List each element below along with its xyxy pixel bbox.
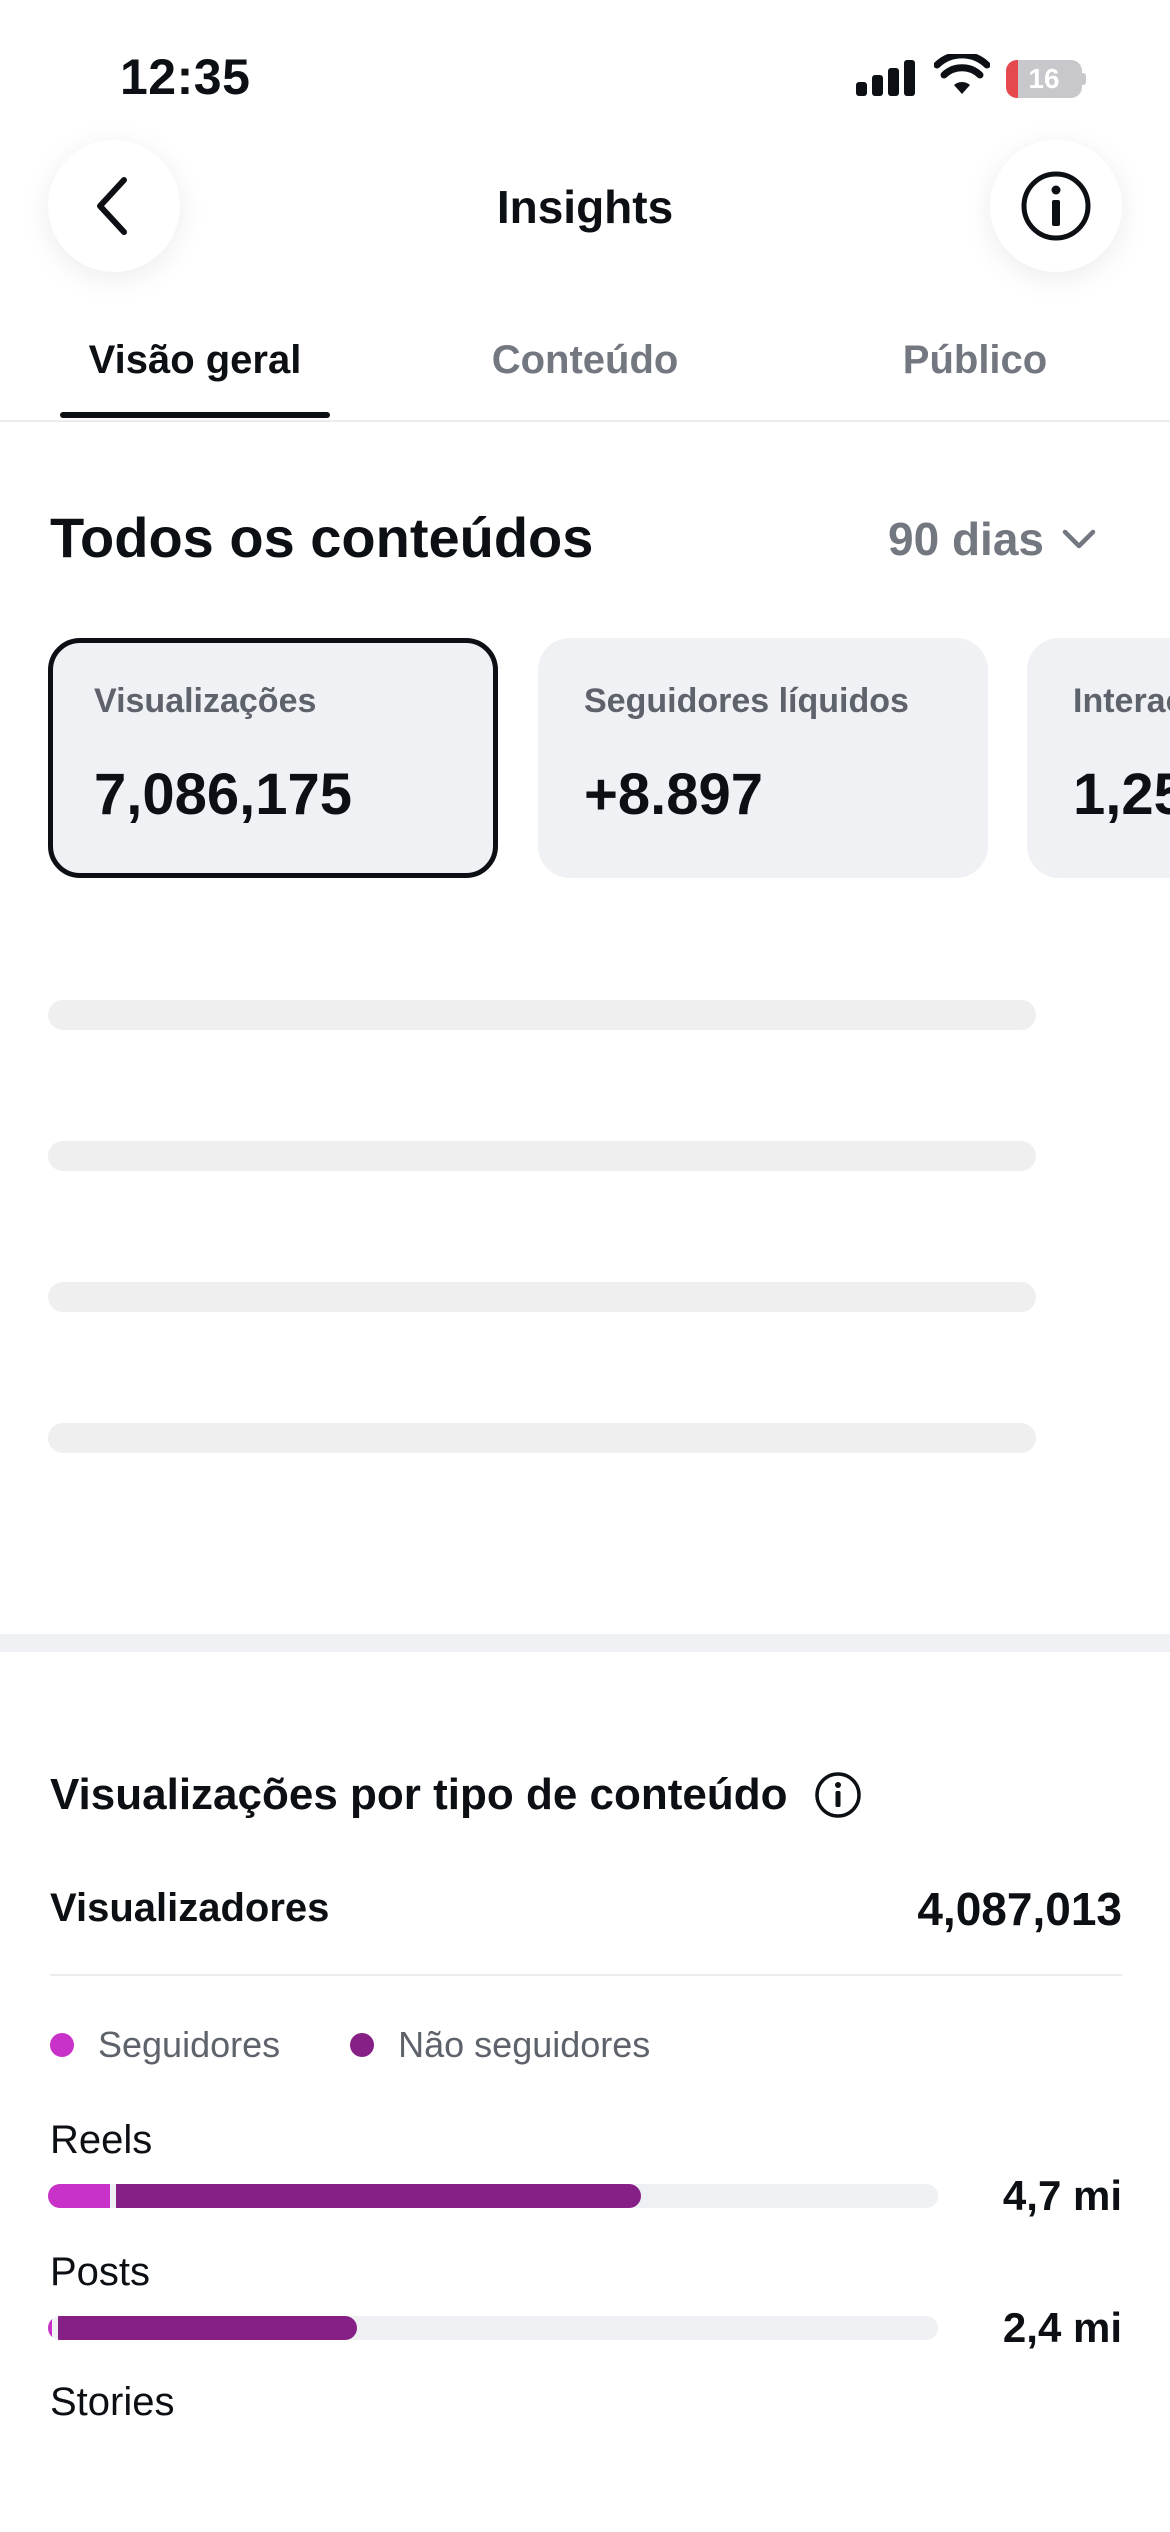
legend-dot-followers [50,2033,74,2057]
metric-card-net-followers[interactable]: Seguidores líquidos +8.897 [538,638,988,878]
bar-segment-non-followers [116,2184,642,2208]
viewers-row: Visualizadores 4,087,013 [50,1883,1122,1976]
cellular-signal-icon [856,60,916,96]
chevron-down-icon [1062,529,1096,549]
status-time: 12:35 [120,49,251,105]
info-icon[interactable] [814,1771,862,1819]
legend-item-followers: Seguidores [50,2024,280,2066]
bar-value-reels: 4,7 mi [1002,2172,1122,2219]
legend-label: Não seguidores [398,2024,651,2065]
metric-cards: Visualizações 7,086,175 Seguidores líqui… [0,638,1170,878]
bar-segment-non-followers [58,2316,357,2340]
viewers-value: 4,087,013 [917,1883,1122,1935]
views-by-type-header: Visualizações por tipo de conteúdo [50,1770,862,1820]
bar-label-reels: Reels [50,2118,153,2162]
loading-placeholder [48,1423,1036,1453]
info-button[interactable] [990,140,1122,272]
metric-card-label: Interações [1073,682,1170,720]
legend-item-non-followers: Não seguidores [350,2024,650,2066]
info-icon [1021,171,1091,241]
bar-segment-followers [48,2184,111,2208]
legend-dot-non-followers [350,2033,375,2057]
legend: Seguidores Não seguidores [50,2024,720,2066]
metric-card-value: 7,086,175 [94,762,353,827]
loading-placeholder [48,1282,1036,1312]
section-title: Todos os conteúdos [50,506,594,569]
tab-bar: Visão geral Conteúdo Público [0,330,1170,422]
legend-label: Seguidores [98,2024,281,2065]
metric-card-label: Visualizações [94,682,317,720]
tab-audience[interactable]: Público [840,338,1110,383]
tab-overview[interactable]: Visão geral [60,338,330,383]
status-bar: 12:35 16 [0,0,1170,150]
active-tab-indicator [60,412,330,418]
loading-placeholder [48,1141,1036,1171]
bar-segment-followers [48,2316,53,2340]
battery-icon: 16 [1006,60,1086,98]
bar-label-posts: Posts [50,2250,151,2294]
metric-card-value: +8.897 [584,762,764,827]
metric-card-label: Seguidores líquidos [584,682,909,720]
period-label: 90 dias [888,513,1044,565]
battery-level: 16 [1028,63,1060,94]
views-by-type-title: Visualizações por tipo de conteúdo [50,1770,788,1819]
loading-placeholder [48,1000,1036,1030]
viewers-label: Visualizadores [50,1886,330,1930]
period-selector[interactable]: 90 dias [888,512,1096,566]
section-divider [0,1634,1170,1652]
bar-value-posts: 2,4 mi [1002,2304,1122,2351]
metric-card-views[interactable]: Visualizações 7,086,175 [48,638,498,878]
bar-label-stories: Stories [50,2380,175,2424]
tab-content[interactable]: Conteúdo [450,338,720,383]
bar-track-posts [48,2316,938,2340]
wifi-icon [934,54,990,94]
bar-track-reels [48,2184,938,2208]
metric-card-value: 1,25 [1073,762,1170,827]
metric-card-interactions[interactable]: Interações 1,25 [1027,638,1170,878]
